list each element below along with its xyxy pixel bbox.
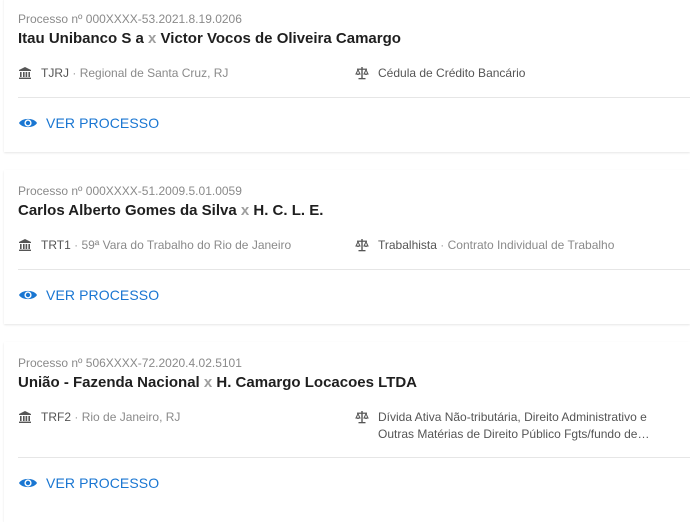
court-detail: 59ª Vara do Trabalho do Rio de Janeiro	[81, 238, 292, 252]
card-divider	[18, 97, 690, 98]
process-number-prefix: Processo nº	[18, 184, 83, 198]
court-info: TRF2 · Rio de Janeiro, RJ	[18, 409, 180, 425]
court-detail: Regional de Santa Cruz, RJ	[79, 66, 229, 80]
bank-icon	[18, 238, 32, 252]
view-process-button[interactable]: VER PROCESSO	[18, 285, 159, 305]
card-divider	[18, 457, 690, 458]
subject-detail: Contrato Individual de Trabalho	[447, 238, 615, 252]
process-parties[interactable]: Carlos Alberto Gomes da Silva x H. C. L.…	[18, 201, 323, 220]
eye-icon	[19, 290, 37, 300]
court-info: TJRJ · Regional de Santa Cruz, RJ	[18, 65, 228, 81]
process-results-list: Processo nº 000XXXX-53.2021.8.19.0206 It…	[0, 0, 690, 522]
process-number-line: Processo nº 000XXXX-53.2021.8.19.0206	[18, 12, 401, 26]
scales-icon	[355, 410, 369, 424]
party-plaintiff: Itau Unibanco S a	[18, 30, 144, 47]
party-separator: x	[203, 374, 213, 391]
party-defendant: Victor Vocos de Oliveira Camargo	[160, 30, 401, 47]
party-separator: x	[240, 202, 250, 219]
subject-info: Trabalhista · Contrato Individual de Tra…	[355, 237, 685, 253]
view-process-label: VER PROCESSO	[46, 115, 160, 131]
view-process-button[interactable]: VER PROCESSO	[18, 473, 159, 493]
process-card: Processo nº 506XXXX-72.2020.4.02.5101 Un…	[4, 342, 690, 522]
process-number: 000XXXX-51.2009.5.01.0059	[85, 184, 242, 198]
bank-icon	[18, 66, 32, 80]
subject-main: Trabalhista	[378, 238, 437, 252]
process-parties[interactable]: União - Fazenda Nacional x H. Camargo Lo…	[18, 373, 417, 392]
process-number-line: Processo nº 000XXXX-51.2009.5.01.0059	[18, 184, 323, 198]
party-defendant: H. C. L. E.	[253, 202, 324, 219]
subject-main: Dívida Ativa Não-tributária, Direito Adm…	[378, 410, 647, 441]
scales-icon	[355, 238, 369, 252]
view-process-label: VER PROCESSO	[46, 475, 160, 491]
party-plaintiff: União - Fazenda Nacional	[18, 374, 200, 391]
bank-icon	[18, 410, 32, 424]
card-divider	[18, 269, 690, 270]
court-detail: Rio de Janeiro, RJ	[81, 410, 181, 424]
subject-main: Cédula de Crédito Bancário	[378, 66, 526, 80]
view-process-button[interactable]: VER PROCESSO	[18, 113, 159, 133]
process-card: Processo nº 000XXXX-53.2021.8.19.0206 It…	[4, 0, 690, 152]
scales-icon	[355, 66, 369, 80]
court-name: TRF2	[41, 410, 71, 424]
subject-info: Dívida Ativa Não-tributária, Direito Adm…	[355, 409, 685, 443]
party-defendant: H. Camargo Locacoes LTDA	[216, 374, 417, 391]
process-parties[interactable]: Itau Unibanco S a x Victor Vocos de Oliv…	[18, 29, 401, 48]
court-name: TRT1	[41, 238, 71, 252]
eye-icon	[19, 118, 37, 128]
process-card: Processo nº 000XXXX-51.2009.5.01.0059 Ca…	[4, 170, 690, 324]
process-number: 000XXXX-53.2021.8.19.0206	[85, 12, 242, 26]
process-number: 506XXXX-72.2020.4.02.5101	[85, 356, 242, 370]
court-name: TJRJ	[41, 66, 69, 80]
eye-icon	[19, 478, 37, 488]
court-info: TRT1 · 59ª Vara do Trabalho do Rio de Ja…	[18, 237, 291, 253]
process-number-prefix: Processo nº	[18, 12, 83, 26]
view-process-label: VER PROCESSO	[46, 287, 160, 303]
subject-info: Cédula de Crédito Bancário	[355, 65, 685, 81]
party-plaintiff: Carlos Alberto Gomes da Silva	[18, 202, 237, 219]
process-number-prefix: Processo nº	[18, 356, 83, 370]
party-separator: x	[148, 30, 157, 47]
process-number-line: Processo nº 506XXXX-72.2020.4.02.5101	[18, 356, 417, 370]
